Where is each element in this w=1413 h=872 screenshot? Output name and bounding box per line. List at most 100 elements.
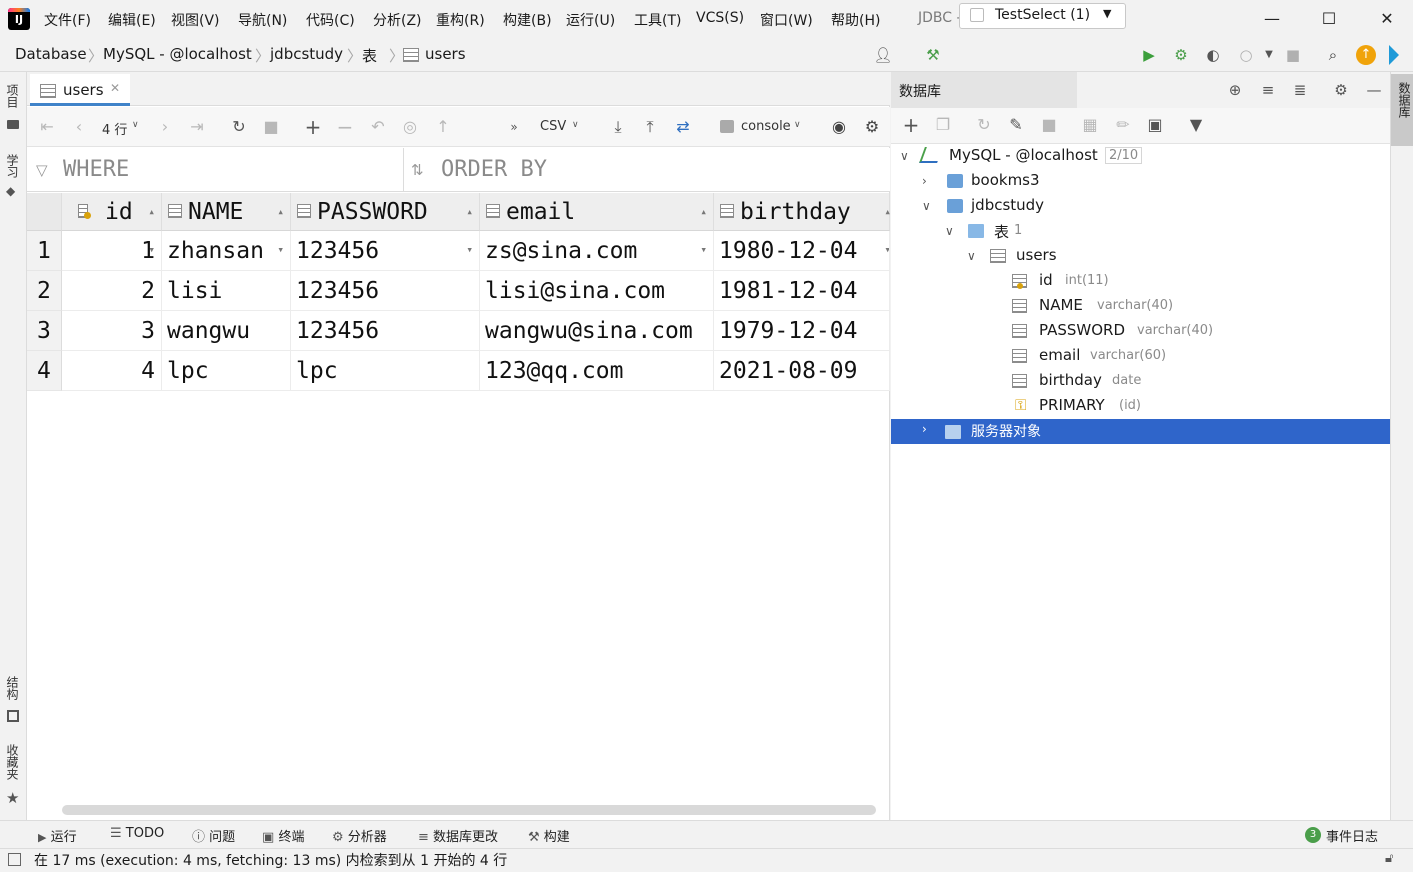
lock-icon[interactable]: 🔓︎ — [1385, 851, 1393, 866]
table-cell-email[interactable]: lisi@sina.com — [480, 271, 714, 311]
table-cell-birthday[interactable]: 1979-12-04 — [714, 311, 890, 351]
menu-file[interactable]: 文件(F) — [44, 10, 91, 30]
chevron-down-icon[interactable]: ▼ — [1258, 44, 1280, 66]
horizontal-scrollbar[interactable] — [62, 805, 876, 815]
menu-refactor[interactable]: 重构(R) — [436, 10, 485, 30]
toolbox-icon[interactable] — [1389, 45, 1399, 65]
add-row-icon[interactable]: + — [302, 116, 324, 138]
terminal-tab[interactable]: ▣ 终端 — [262, 826, 304, 845]
table-cell-name[interactable]: wangwu — [162, 311, 291, 351]
close-window-button[interactable]: ✕ — [1372, 6, 1402, 32]
download-icon[interactable]: ⤓ — [607, 116, 629, 138]
coverage-icon[interactable]: ◐ — [1202, 44, 1224, 66]
project-tab[interactable]: 项目 — [4, 84, 21, 108]
tree-node-tables-folder[interactable]: ∨ 表 1 — [945, 221, 1022, 241]
table-cell-password[interactable]: 123456 — [291, 271, 480, 311]
column-header-email[interactable]: email ▴ ▾ — [480, 193, 714, 256]
todo-tab[interactable]: ☰ TODO — [110, 826, 164, 841]
stop-icon[interactable]: ■ — [1282, 44, 1304, 66]
settings-gear-icon[interactable]: ⚙ — [1330, 79, 1352, 101]
problems-tab[interactable]: ⓘ 问题 — [192, 826, 235, 845]
add-icon[interactable]: + — [900, 114, 922, 136]
more-icon[interactable]: » — [503, 116, 525, 138]
compare-icon[interactable]: ⇄ — [672, 116, 694, 138]
favorites-tab[interactable]: 收藏夹 — [4, 744, 21, 780]
expand-all-icon[interactable]: ≡ — [1257, 79, 1279, 101]
filter-icon[interactable]: ▼ — [1185, 114, 1207, 136]
settings-gear-icon[interactable]: ⚙ — [861, 116, 883, 138]
column-header-password[interactable]: PASSWORD ▴ ▾ — [291, 193, 480, 256]
run-icon[interactable]: ▶ — [1138, 44, 1160, 66]
last-page-icon[interactable]: ⇥ — [186, 116, 208, 138]
menu-navigate[interactable]: 导航(N) — [238, 10, 287, 30]
menu-analyze[interactable]: 分析(Z) — [373, 10, 422, 30]
table-cell-id[interactable]: 4 — [62, 351, 162, 391]
menu-view[interactable]: 视图(V) — [171, 10, 220, 30]
table-cell-id[interactable]: 2 — [62, 271, 162, 311]
table-cell-name[interactable]: lisi — [162, 271, 291, 311]
revert-icon[interactable]: ↶ — [367, 116, 389, 138]
breadcrumb-schema[interactable]: jdbcstudy — [270, 45, 343, 63]
database-tool-tab[interactable]: 数据库 — [1391, 74, 1413, 146]
table-cell-password[interactable]: lpc — [291, 351, 480, 391]
query-console-icon[interactable]: ▣ — [1144, 114, 1166, 136]
profile-icon[interactable]: ○ — [1235, 44, 1257, 66]
export-format-selector[interactable]: CSV — [540, 119, 566, 134]
update-icon[interactable]: ↑ — [1356, 45, 1376, 65]
tree-node-connection[interactable]: ∨ MySQL - @localhost 2/10 — [900, 146, 1143, 164]
editor-tab-users[interactable]: users ✕ — [30, 74, 130, 106]
row-number[interactable]: 1 — [27, 231, 62, 271]
refresh-icon[interactable]: ↻ — [973, 114, 995, 136]
tree-node-users-table[interactable]: ∨ users — [967, 246, 1057, 264]
collapse-all-icon[interactable]: ≣ — [1289, 79, 1311, 101]
run-configuration-select[interactable]: TestSelect (1) ▼ — [959, 3, 1126, 29]
breadcrumb-database[interactable]: Database — [15, 45, 87, 63]
previous-page-icon[interactable]: ‹ — [68, 116, 90, 138]
locate-icon[interactable]: ⊕ — [1224, 79, 1246, 101]
tree-node-bookms3[interactable]: › bookms3 — [922, 171, 1040, 189]
edit-icon[interactable]: ✏ — [1112, 114, 1134, 136]
event-log-tab[interactable]: 事件日志 — [1326, 826, 1378, 845]
row-number[interactable]: 3 — [27, 311, 62, 351]
where-input[interactable]: WHERE — [63, 157, 129, 182]
menu-code[interactable]: 代码(C) — [306, 10, 355, 30]
menu-window[interactable]: 窗口(W) — [760, 10, 813, 30]
table-cell-name[interactable]: zhansan — [162, 231, 291, 271]
minimize-button[interactable]: — — [1257, 6, 1287, 32]
first-page-icon[interactable]: ⇤ — [36, 116, 58, 138]
table-cell-birthday[interactable]: 1981-12-04 — [714, 271, 890, 311]
database-changes-tab[interactable]: ≡ 数据库更改 — [418, 826, 498, 845]
run-tab[interactable]: ▶ 运行 — [38, 826, 77, 845]
build-tab[interactable]: ⚒ 构建 — [528, 826, 570, 845]
row-count-selector[interactable]: 4 行 — [102, 119, 127, 138]
table-view-icon[interactable]: ▦ — [1079, 114, 1101, 136]
menu-vcs[interactable]: VCS(S) — [696, 10, 744, 26]
column-header-name[interactable]: NAME ▴ ▾ — [162, 193, 291, 256]
stop-icon[interactable]: ■ — [1038, 114, 1060, 136]
view-eye-icon[interactable]: ◉ — [828, 116, 850, 138]
table-cell-name[interactable]: lpc — [162, 351, 291, 391]
column-header-id[interactable]: id ▴ ▾ — [62, 193, 162, 256]
hammer-build-icon[interactable]: ⚒ — [922, 44, 944, 66]
breadcrumb-table[interactable]: users — [425, 45, 466, 63]
next-page-icon[interactable]: › — [154, 116, 176, 138]
table-cell-password[interactable]: 123456 — [291, 231, 480, 271]
session-selector[interactable]: console — [741, 119, 791, 134]
table-cell-id[interactable]: 3 — [62, 311, 162, 351]
profiler-tab[interactable]: ⚙ 分析器 — [332, 826, 387, 845]
stop-icon[interactable]: ■ — [260, 116, 282, 138]
menu-run[interactable]: 运行(U) — [566, 10, 615, 30]
row-number[interactable]: 4 — [27, 351, 62, 391]
table-cell-password[interactable]: 123456 — [291, 311, 480, 351]
menu-edit[interactable]: 编辑(E) — [108, 10, 156, 30]
menu-build[interactable]: 构建(B) — [503, 10, 552, 30]
debug-icon[interactable]: ⚙ — [1170, 44, 1192, 66]
upload-icon[interactable]: ⤒ — [639, 116, 661, 138]
tool-windows-toggle-icon[interactable] — [8, 853, 21, 866]
table-cell-email[interactable]: 123@qq.com — [480, 351, 714, 391]
column-header-birthday[interactable]: birthday ▴ ▾ — [714, 193, 891, 256]
maximize-button[interactable]: ☐ — [1314, 6, 1344, 32]
menu-help[interactable]: 帮助(H) — [831, 10, 880, 30]
structure-tab[interactable]: 结构 — [4, 676, 21, 700]
properties-icon[interactable]: ✎ — [1005, 114, 1027, 136]
